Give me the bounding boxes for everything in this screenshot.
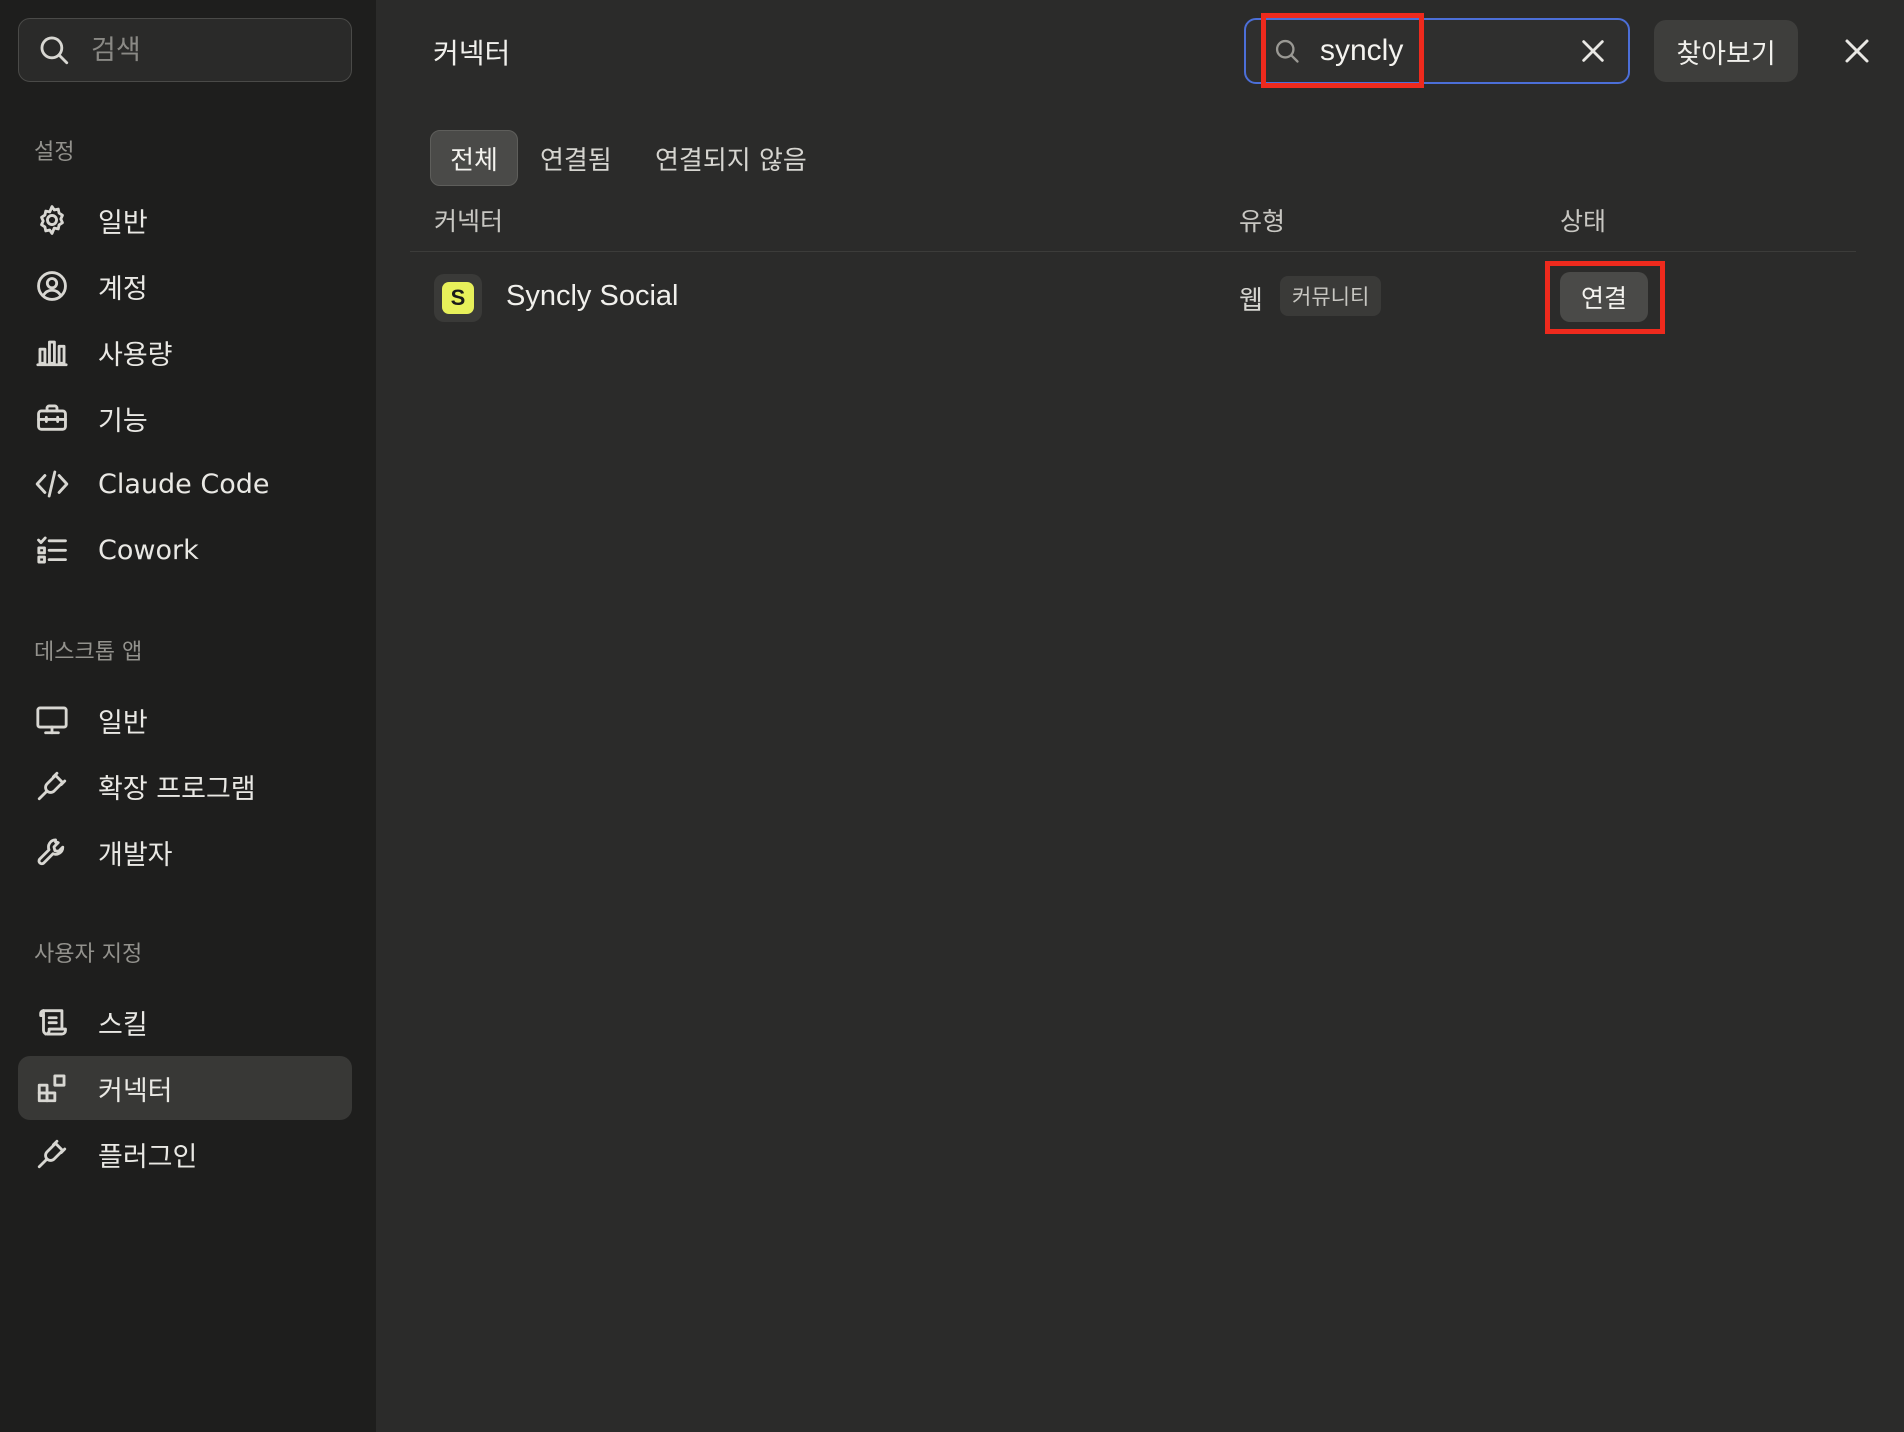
sidebar-item-label: 기능 (98, 405, 148, 437)
scroll-icon (32, 1002, 72, 1042)
sidebar: 설정 일반 계정 사용량 기능 Claude Code Cowork (0, 0, 376, 1432)
browse-button[interactable]: 찾아보기 (1654, 20, 1798, 82)
sidebar-item-account[interactable]: 계정 (18, 254, 352, 318)
blocks-icon (32, 1068, 72, 1108)
table-divider (410, 251, 1856, 252)
sidebar-item-general[interactable]: 일반 (18, 188, 352, 252)
page-title: 커넥터 (433, 37, 511, 70)
briefcase-icon (32, 398, 72, 438)
sidebar-item-desktop-general[interactable]: 일반 (18, 688, 352, 752)
tab-all[interactable]: 전체 (430, 130, 518, 186)
sidebar-item-plugins[interactable]: 플러그인 (18, 1122, 352, 1186)
sidebar-item-connectors[interactable]: 커넥터 (18, 1056, 352, 1120)
sidebar-item-features[interactable]: 기능 (18, 386, 352, 450)
close-button[interactable] (1836, 30, 1878, 72)
sidebar-item-label: 계정 (98, 273, 148, 305)
sidebar-search-input[interactable] (89, 33, 333, 67)
connector-type: 웹 (1239, 286, 1263, 316)
search-icon (35, 31, 73, 69)
sidebar-item-label: 확장 프로그램 (98, 773, 256, 805)
sidebar-item-claude-code[interactable]: Claude Code (18, 452, 352, 516)
connector-logo: S (434, 274, 482, 322)
column-header-type: 유형 (1239, 207, 1286, 236)
sidebar-item-label: 플러그인 (98, 1141, 198, 1173)
sidebar-item-usage[interactable]: 사용량 (18, 320, 352, 384)
gear-icon (32, 200, 72, 240)
community-badge: 커뮤니티 (1280, 276, 1382, 316)
section-title-desktop-app: 데스크톱 앱 (34, 640, 143, 665)
sidebar-item-extensions[interactable]: 확장 프로그램 (18, 754, 352, 818)
tab-connected[interactable]: 연결됨 (540, 130, 612, 186)
highlight-box-connect (1545, 261, 1665, 334)
checklist-icon (32, 530, 72, 570)
sidebar-item-label: 일반 (98, 707, 148, 739)
sidebar-item-label: 사용량 (98, 339, 173, 371)
highlight-box-search (1261, 13, 1424, 88)
wrench-icon (32, 832, 72, 872)
close-icon (1845, 39, 1869, 63)
sidebar-item-label: 일반 (98, 207, 148, 239)
tab-not-connected[interactable]: 연결되지 않음 (655, 130, 807, 186)
section-title-settings: 설정 (34, 140, 75, 165)
sidebar-item-label: Claude Code (98, 468, 270, 500)
syncly-logo-icon: S (442, 282, 474, 314)
column-header-status: 상태 (1560, 207, 1607, 236)
sidebar-item-label: Cowork (98, 534, 199, 566)
column-header-connector: 커넥터 (434, 207, 504, 236)
section-title-customize: 사용자 지정 (34, 942, 143, 967)
code-icon (32, 464, 72, 504)
sidebar-item-label: 커넥터 (98, 1075, 173, 1107)
bar-chart-icon (32, 332, 72, 372)
plug-icon (32, 1134, 72, 1174)
plug-icon (32, 766, 72, 806)
monitor-icon (32, 700, 72, 740)
sidebar-item-skills[interactable]: 스킬 (18, 990, 352, 1054)
sidebar-search[interactable] (18, 18, 352, 82)
clear-search-button[interactable] (1576, 34, 1610, 68)
sidebar-item-label: 개발자 (98, 839, 173, 871)
sidebar-item-developer[interactable]: 개발자 (18, 820, 352, 884)
sidebar-item-cowork[interactable]: Cowork (18, 518, 352, 582)
sidebar-item-label: 스킬 (98, 1009, 148, 1041)
user-circle-icon (32, 266, 72, 306)
connector-name[interactable]: Syncly Social (506, 280, 678, 313)
